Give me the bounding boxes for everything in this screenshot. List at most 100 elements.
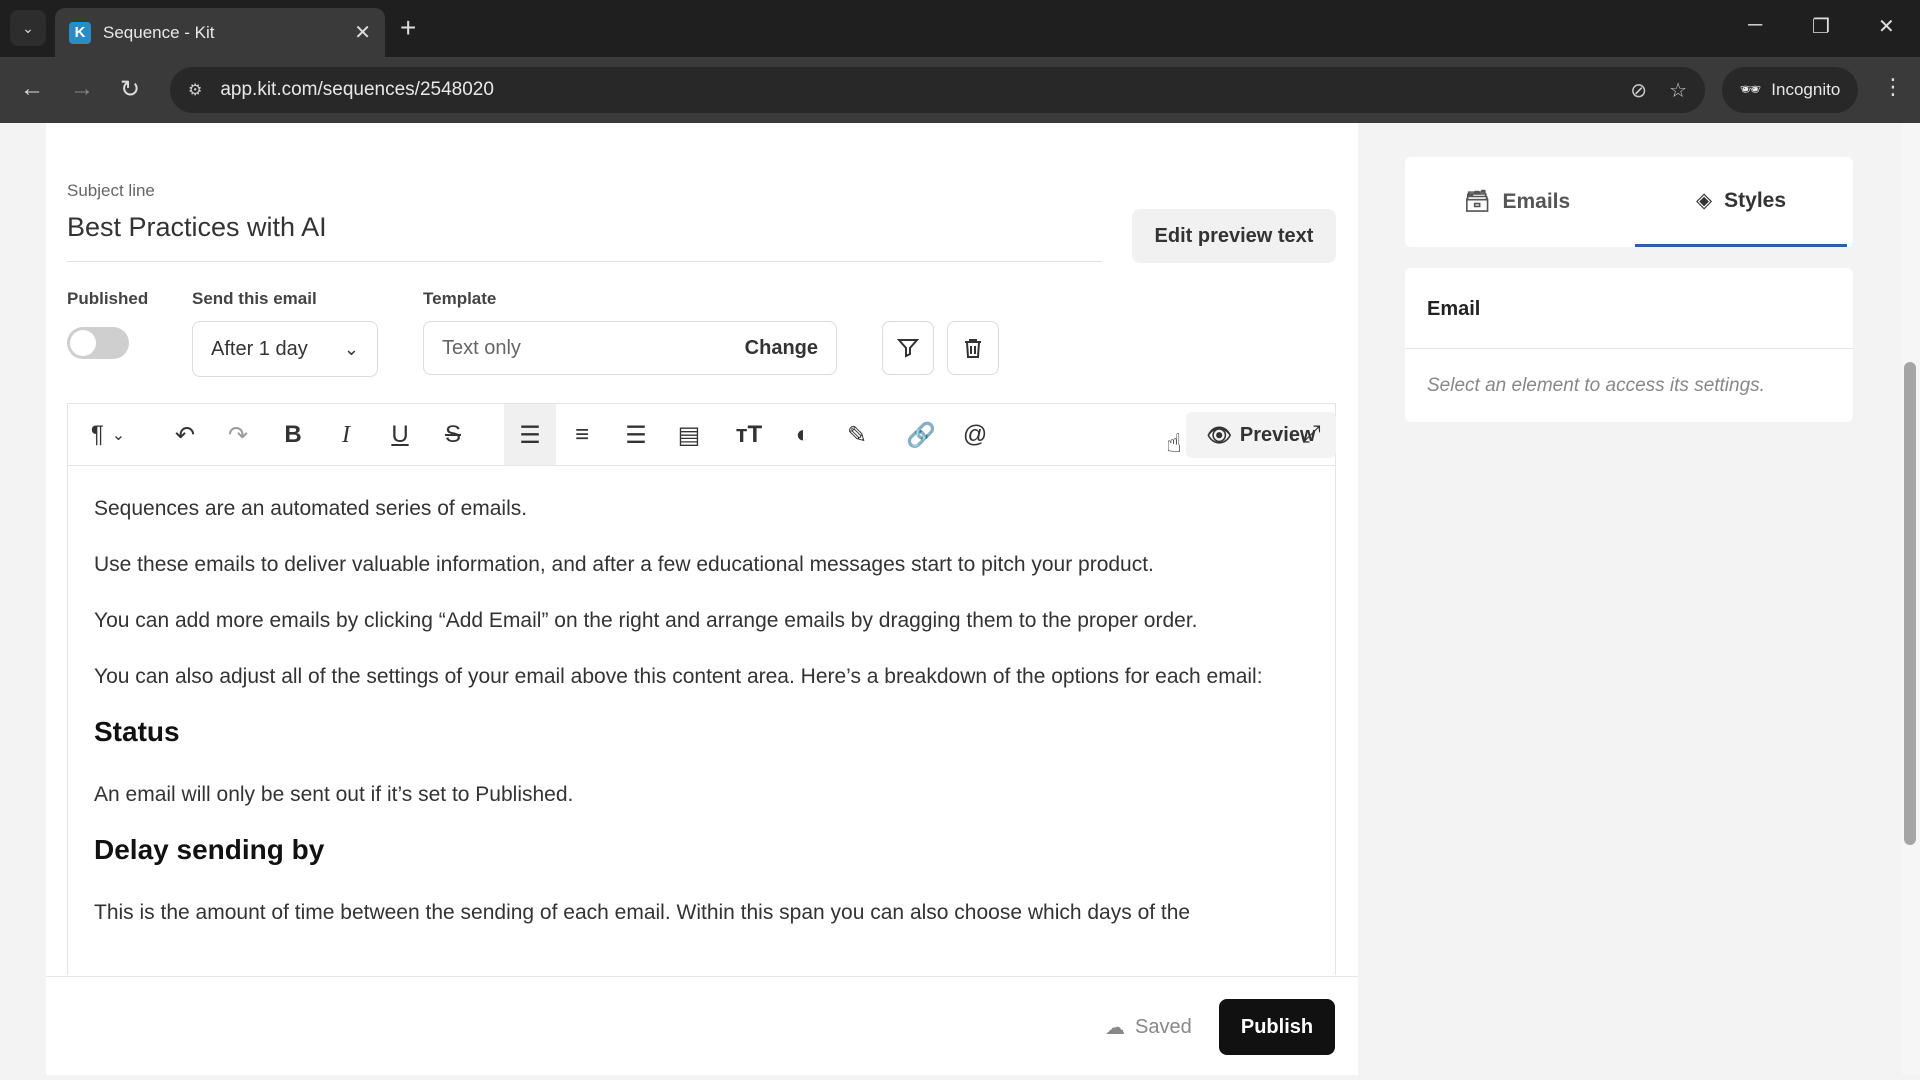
new-tab-icon[interactable]: + bbox=[400, 13, 416, 43]
redo-button[interactable]: ↷ bbox=[218, 404, 258, 466]
url-text[interactable]: app.kit.com/sequences/2548020 bbox=[220, 79, 1608, 101]
incognito-icon: 🕶 bbox=[1739, 80, 1762, 99]
align-center-button[interactable]: ≡ bbox=[559, 404, 605, 466]
settings-card: Email Select an element to access its se… bbox=[1405, 268, 1853, 422]
underline-button[interactable]: U bbox=[380, 404, 420, 466]
forward-icon[interactable]: → bbox=[70, 75, 94, 103]
content-paragraph[interactable]: Sequences are an automated series of ema… bbox=[94, 492, 1309, 526]
text-color-button[interactable]: ◐ bbox=[780, 404, 826, 466]
content-paragraph[interactable]: You can also adjust all of the settings … bbox=[94, 660, 1309, 694]
strikethrough-button[interactable]: S bbox=[433, 404, 473, 466]
text-size-icon: тТ bbox=[735, 421, 763, 448]
align-center-icon: ≡ bbox=[574, 421, 589, 448]
underline-icon: U bbox=[391, 421, 409, 448]
eye-icon: 👁 bbox=[1206, 424, 1232, 447]
tab-title: Sequence - Kit bbox=[103, 22, 215, 42]
send-delay-value: After 1 day bbox=[211, 337, 308, 360]
trash-icon bbox=[965, 339, 981, 358]
align-left-icon: ☰ bbox=[519, 421, 541, 449]
delete-button[interactable] bbox=[947, 321, 999, 375]
justify-button[interactable]: ▤ bbox=[666, 404, 712, 466]
settings-card-title: Email bbox=[1427, 298, 1481, 320]
content-paragraph[interactable]: This is the amount of time between the s… bbox=[94, 896, 1309, 930]
star-icon[interactable]: ☆ bbox=[1669, 78, 1687, 103]
content-paragraph[interactable]: Use these emails to deliver valuable inf… bbox=[94, 548, 1309, 582]
font-size-button[interactable]: тТ bbox=[726, 404, 772, 466]
send-this-email-label: Send this email bbox=[192, 289, 317, 308]
subject-line-input[interactable]: Best Practices with AI bbox=[67, 212, 327, 243]
edit-preview-text-button[interactable]: Edit preview text bbox=[1132, 209, 1336, 263]
browser-tab-bar: ⌄ K Sequence - Kit ✕ + ─ ❐ ✕ bbox=[0, 0, 1920, 57]
content-heading[interactable]: Delay sending by bbox=[94, 834, 1309, 866]
chevron-down-icon: ⌄ bbox=[343, 338, 359, 359]
tab-styles[interactable]: ◈ Styles bbox=[1635, 157, 1847, 247]
color-drop-icon: ◐ bbox=[795, 421, 811, 448]
eye-off-icon[interactable]: ⊘ bbox=[1630, 78, 1647, 103]
strikethrough-icon: S bbox=[444, 421, 461, 448]
italic-button[interactable]: I bbox=[326, 404, 366, 466]
window-close-icon[interactable]: ✕ bbox=[1878, 14, 1895, 39]
template-change-button[interactable]: Change bbox=[745, 337, 818, 360]
link-icon: 🔗 bbox=[906, 421, 936, 449]
published-toggle[interactable] bbox=[67, 327, 129, 359]
kit-favicon-icon: K bbox=[69, 21, 91, 44]
tab-styles-label: Styles bbox=[1724, 188, 1787, 212]
undo-icon: ↶ bbox=[174, 421, 196, 449]
formatting-toolbar: ¶ ⌄ ↶ ↷ B I U S ☰ ≡ ☰ ▤ тТ ◐ ✎ 🔗 @ 👁 Prev… bbox=[67, 403, 1336, 466]
restore-icon[interactable]: ❐ bbox=[1812, 14, 1830, 39]
template-label: Template bbox=[423, 289, 497, 308]
inbox-icon: 🗃 bbox=[1463, 190, 1491, 213]
content-heading[interactable]: Status bbox=[94, 716, 1309, 748]
fullscreen-button[interactable]: ⤢ bbox=[1288, 404, 1334, 466]
browser-menu-icon[interactable]: ⋮ bbox=[1882, 74, 1904, 100]
cloud-icon: ☁ bbox=[1105, 1017, 1125, 1039]
omnibox[interactable]: ⚙ app.kit.com/sequences/2548020 ⊘ ☆ bbox=[170, 67, 1705, 113]
template-field[interactable]: Text only Change bbox=[423, 321, 837, 375]
pen-icon: ✎ bbox=[846, 421, 868, 449]
redo-icon: ↷ bbox=[227, 421, 249, 449]
scrollbar-thumb[interactable] bbox=[1904, 362, 1916, 845]
settings-divider bbox=[1405, 348, 1853, 349]
browser-tab[interactable]: K Sequence - Kit ✕ bbox=[55, 8, 385, 57]
subject-line-label: Subject line bbox=[67, 181, 155, 200]
align-right-icon: ☰ bbox=[625, 421, 647, 449]
minimize-icon[interactable]: ─ bbox=[1748, 14, 1762, 37]
site-info-icon[interactable]: ⚙ bbox=[188, 80, 202, 100]
save-status: ☁ Saved bbox=[1105, 1015, 1192, 1040]
expand-icon: ⤢ bbox=[1301, 421, 1321, 448]
tab-search-button[interactable]: ⌄ bbox=[10, 10, 46, 46]
subject-divider bbox=[67, 261, 1102, 262]
paragraph-style-dropdown[interactable]: ¶ ⌄ bbox=[78, 404, 138, 466]
chevron-down-icon: ⌄ bbox=[22, 19, 34, 36]
justify-icon: ▤ bbox=[677, 421, 701, 449]
filter-button[interactable] bbox=[882, 321, 934, 375]
published-label: Published bbox=[67, 289, 149, 308]
paragraph-icon: ¶ bbox=[90, 421, 104, 448]
publish-button[interactable]: Publish bbox=[1219, 999, 1335, 1055]
template-value: Text only bbox=[442, 336, 521, 359]
at-sign-icon: @ bbox=[962, 421, 988, 448]
saved-label: Saved bbox=[1135, 1016, 1192, 1038]
browser-address-bar: ← → ↻ ⚙ app.kit.com/sequences/2548020 ⊘ … bbox=[0, 57, 1920, 123]
mouse-cursor-icon: ☝ bbox=[1166, 428, 1182, 458]
content-paragraph[interactable]: An email will only be sent out if it’s s… bbox=[94, 778, 1309, 812]
bold-button[interactable]: B bbox=[273, 404, 313, 466]
link-button[interactable]: 🔗 bbox=[898, 404, 944, 466]
styles-icon: ◈ bbox=[1695, 189, 1713, 212]
tab-emails[interactable]: 🗃 Emails bbox=[1405, 157, 1629, 247]
incognito-label: Incognito bbox=[1771, 80, 1841, 99]
align-left-button[interactable]: ☰ bbox=[504, 404, 556, 466]
incognito-badge[interactable]: 🕶 Incognito bbox=[1722, 67, 1858, 113]
tab-emails-label: Emails bbox=[1502, 190, 1571, 213]
reload-icon[interactable]: ↻ bbox=[120, 75, 140, 104]
back-icon[interactable]: ← bbox=[20, 75, 44, 103]
email-content-area[interactable]: Sequences are an automated series of ema… bbox=[67, 465, 1336, 975]
content-paragraph[interactable]: You can add more emails by clicking “Add… bbox=[94, 604, 1309, 638]
undo-button[interactable]: ↶ bbox=[165, 404, 205, 466]
align-right-button[interactable]: ☰ bbox=[613, 404, 659, 466]
close-icon[interactable]: ✕ bbox=[354, 20, 371, 45]
mention-button[interactable]: @ bbox=[952, 404, 998, 466]
highlight-button[interactable]: ✎ bbox=[834, 404, 880, 466]
send-delay-select[interactable]: After 1 day ⌄ bbox=[192, 321, 378, 377]
italic-icon: I bbox=[342, 421, 350, 448]
